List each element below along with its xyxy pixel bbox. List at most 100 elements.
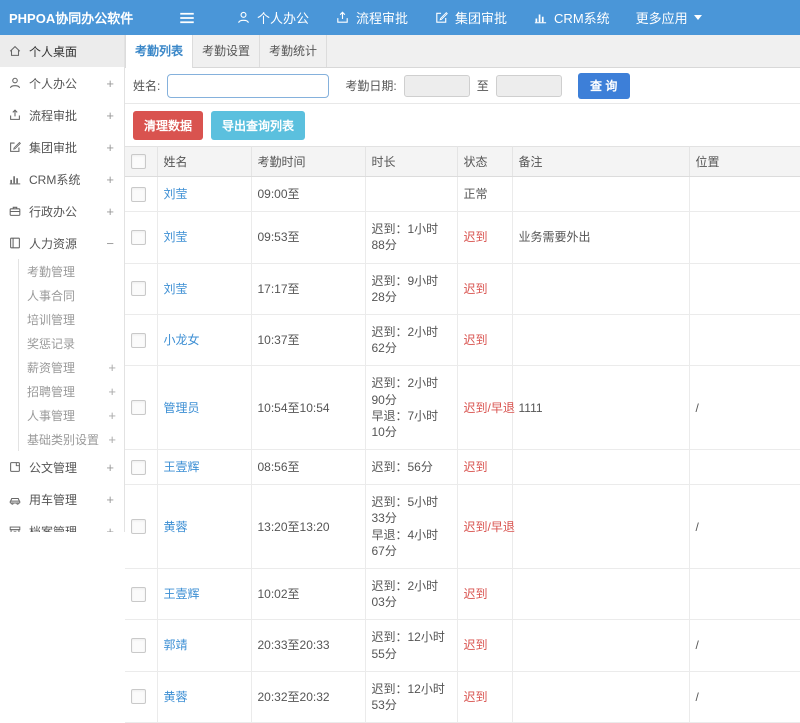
row-checkbox[interactable]: [131, 400, 146, 416]
expand-plus-icon[interactable]: +: [106, 492, 116, 507]
name-input[interactable]: [167, 73, 330, 98]
checkbox-cell: [125, 211, 158, 264]
briefcase-icon: [8, 204, 22, 218]
note-cell: [512, 671, 690, 723]
sidebar-item-personal-desktop[interactable]: 个人桌面: [0, 35, 124, 67]
employee-name-link[interactable]: 小龙女: [164, 333, 200, 347]
duration-cell: 迟到：12小时55分: [365, 619, 458, 672]
sidebar-item-reward-punishment[interactable]: 奖惩记录: [18, 331, 124, 355]
row-checkbox[interactable]: [131, 332, 146, 348]
chart-icon: [533, 10, 548, 25]
row-checkbox[interactable]: [131, 186, 146, 202]
duration-line: 迟到：9小时28分: [371, 273, 439, 304]
employee-name-link[interactable]: 黄蓉: [164, 520, 188, 534]
sidebar-item-human-resources[interactable]: 人力资源 −: [0, 227, 124, 259]
employee-name-link[interactable]: 王壹辉: [164, 460, 200, 474]
status-cell: 迟到: [457, 568, 513, 621]
table-row: 刘莹 09:53至 迟到：1小时88分 迟到 业务需要外出: [125, 211, 800, 264]
date-to-input[interactable]: [495, 74, 562, 97]
sidebar-item-attendance-management[interactable]: 考勤管理: [18, 259, 124, 283]
sidebar-item-label: 流程审批: [29, 108, 78, 123]
sidebar-item-training-management[interactable]: 培训管理: [18, 307, 124, 331]
employee-name-link[interactable]: 管理员: [164, 401, 200, 415]
expand-plus-icon[interactable]: +: [108, 360, 116, 375]
hamburger-menu-icon[interactable]: [178, 9, 196, 27]
attendance-time-cell: 10:02至: [251, 568, 366, 621]
row-checkbox[interactable]: [131, 586, 146, 602]
checkbox-cell: [125, 449, 158, 486]
expand-plus-icon[interactable]: +: [106, 108, 116, 123]
select-all-checkbox[interactable]: [131, 154, 146, 169]
collapse-minus-icon[interactable]: −: [106, 236, 116, 251]
sidebar-item-personnel-management[interactable]: 人事管理 +: [18, 403, 124, 427]
employee-name-link[interactable]: 王壹辉: [164, 587, 200, 601]
sidebar-item-admin-office[interactable]: 行政办公 +: [0, 195, 124, 227]
sidebar-item-personnel-contract[interactable]: 人事合同: [18, 283, 124, 307]
duration-cell: 迟到：1小时88分: [365, 211, 458, 264]
tab-attendance-statistics[interactable]: 考勤统计: [260, 35, 327, 67]
expand-plus-icon[interactable]: +: [106, 204, 116, 219]
top-nav-items: 个人办公 流程审批 集团审批 CRM系统 更多应用: [210, 8, 702, 27]
clear-data-button[interactable]: 清理数据: [133, 111, 204, 140]
action-buttons-row: 清理数据 导出查询列表: [125, 104, 800, 146]
nav-item-group-approval[interactable]: 集团审批: [434, 8, 507, 27]
sidebar-item-archive-management[interactable]: 档案管理 +: [0, 515, 124, 532]
nav-item-crm-system[interactable]: CRM系统: [533, 8, 610, 27]
user-icon: [236, 10, 251, 25]
row-checkbox[interactable]: [131, 638, 146, 654]
status-cell: 迟到: [457, 211, 513, 264]
duration-cell: 迟到：2小时03分: [365, 568, 458, 621]
sidebar-item-personal-office[interactable]: 个人办公 +: [0, 67, 124, 99]
sidebar-item-workflow-approval[interactable]: 流程审批 +: [0, 99, 124, 131]
nav-item-label: 流程审批: [356, 11, 409, 26]
sidebar-item-label: 公文管理: [29, 460, 78, 475]
expand-plus-icon[interactable]: +: [108, 432, 116, 447]
expand-plus-icon[interactable]: +: [108, 408, 116, 423]
row-checkbox[interactable]: [131, 229, 146, 245]
name-cell: 王壹辉: [157, 568, 252, 621]
sidebar: 个人桌面 个人办公 + 流程审批 + 集团审批 + CRM系统 + 行政办公 + 人力资源 − 考勤管理人…: [0, 35, 125, 532]
app-logo: PHPOA协同办公软件: [9, 11, 134, 26]
nav-item-workflow-approval[interactable]: 流程审批: [335, 8, 408, 27]
row-checkbox[interactable]: [131, 459, 146, 475]
nav-item-personal-office[interactable]: 个人办公: [236, 8, 309, 27]
nav-item-label: 更多应用: [635, 11, 688, 26]
employee-name-link[interactable]: 刘莹: [164, 282, 188, 296]
table-body: 刘莹 09:00至 正常 刘莹 09:53至 迟到：1小时88分 迟到 业务需要外出 刘莹 17:…: [125, 176, 800, 723]
column-header: 备注: [512, 146, 690, 177]
tab-attendance-settings[interactable]: 考勤设置: [193, 35, 260, 67]
car-icon: [8, 492, 22, 506]
expand-plus-icon[interactable]: +: [106, 172, 116, 187]
expand-plus-icon[interactable]: +: [106, 460, 116, 475]
edit-icon: [8, 140, 22, 154]
tab-attendance-list[interactable]: 考勤列表: [125, 35, 193, 68]
column-header: 时长: [365, 146, 458, 177]
duration-cell: 迟到：5小时33分 早退：4小时67分: [365, 484, 458, 569]
sidebar-item-salary-management[interactable]: 薪资管理 +: [18, 355, 124, 379]
sidebar-item-recruitment-management[interactable]: 招聘管理 +: [18, 379, 124, 403]
expand-plus-icon[interactable]: +: [108, 384, 116, 399]
row-checkbox[interactable]: [131, 689, 146, 705]
date-from-input[interactable]: [403, 74, 470, 97]
employee-name-link[interactable]: 刘莹: [164, 187, 188, 201]
query-button[interactable]: 查 询: [577, 72, 630, 99]
expand-plus-icon[interactable]: +: [106, 76, 116, 91]
sidebar-item-basic-category-settings[interactable]: 基础类别设置 +: [18, 427, 124, 451]
sidebar-item-vehicle-management[interactable]: 用车管理 +: [0, 483, 124, 515]
sidebar-item-crm-system[interactable]: CRM系统 +: [0, 163, 124, 195]
employee-name-link[interactable]: 刘莹: [164, 230, 188, 244]
sidebar-item-document-management[interactable]: 公文管理 +: [0, 451, 124, 483]
nav-item-more-apps[interactable]: 更多应用: [636, 8, 702, 27]
checkbox-cell: [125, 263, 158, 315]
status-cell: 迟到/早退: [457, 365, 515, 451]
export-list-button[interactable]: 导出查询列表: [211, 111, 306, 140]
expand-plus-icon[interactable]: +: [106, 140, 116, 155]
checkbox-cell: [125, 176, 158, 213]
expand-plus-icon[interactable]: +: [106, 524, 116, 533]
employee-name-link[interactable]: 郭靖: [164, 638, 188, 652]
employee-name-link[interactable]: 黄蓉: [164, 690, 188, 704]
sidebar-item-group-approval[interactable]: 集团审批 +: [0, 131, 124, 163]
duration-line: 迟到：56分: [371, 460, 433, 475]
duration-line: 迟到：12小时55分: [371, 630, 445, 661]
row-checkbox[interactable]: [131, 281, 146, 297]
